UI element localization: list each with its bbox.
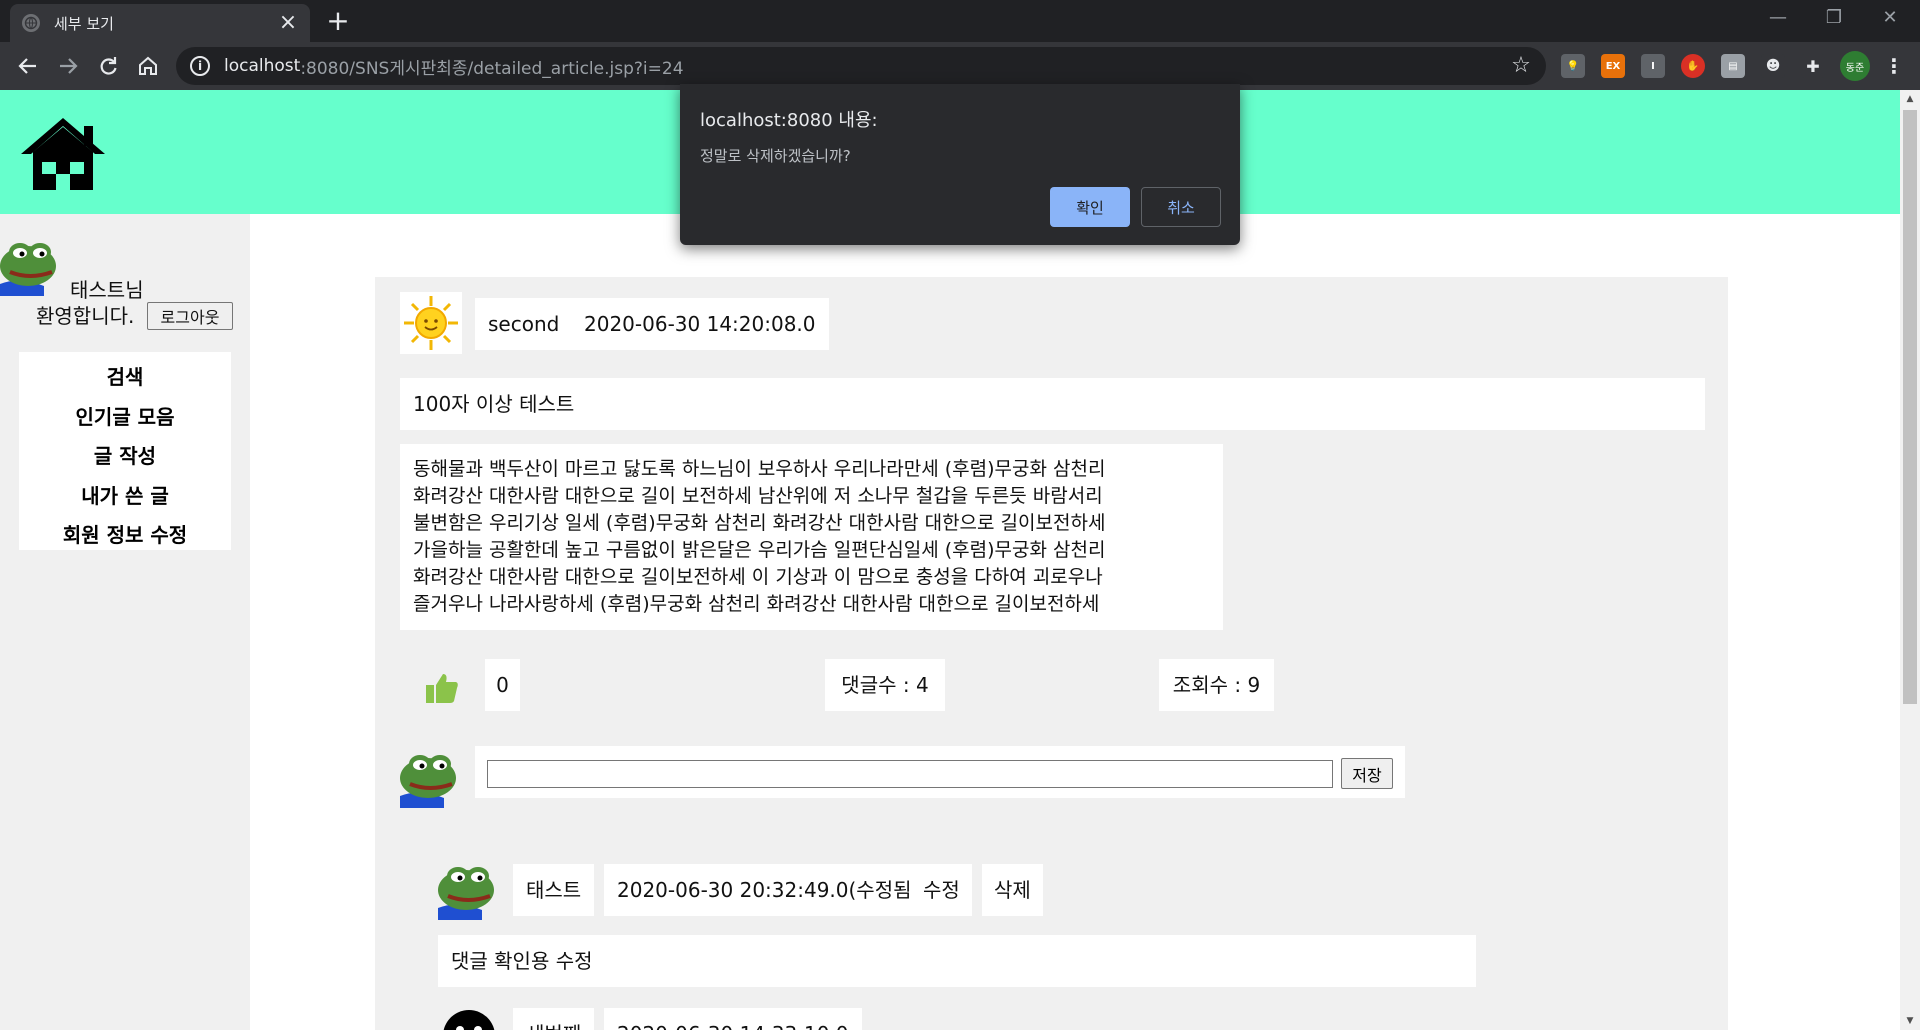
profile-label: 동준 xyxy=(1845,62,1865,74)
comment-date: 2020-06-30 20:32:49.0(수정됨) xyxy=(604,864,933,916)
menu-item-my-posts[interactable]: 내가 쓴 글 xyxy=(19,477,231,517)
body-line: 불변함은 우리기상 일세 (후렴)무궁화 삼천리 화려강산 대한사람 대한으로 … xyxy=(413,512,1106,534)
home-icon[interactable] xyxy=(18,114,108,194)
article-date: 2020-06-30 14:20:08.0 xyxy=(571,298,829,350)
welcome-username: 태스트님 xyxy=(70,278,144,302)
comment-form: 저장 xyxy=(475,746,1405,798)
ex-extension-label: EX xyxy=(1605,60,1621,72)
info-icon[interactable]: i xyxy=(190,56,210,76)
comment-author: 세번째 xyxy=(513,1008,595,1030)
url-path: :8080/SNS게시판최종/detailed_article.jsp?i=24 xyxy=(300,58,684,79)
dialog-cancel-button[interactable]: 취소 xyxy=(1141,187,1221,227)
article-author: second xyxy=(475,298,573,350)
browser-tab[interactable]: 세부 보기 × xyxy=(10,4,310,42)
comment-input[interactable] xyxy=(487,760,1333,788)
arrow-right-icon xyxy=(60,58,78,74)
kebab-menu-icon[interactable]: ⋮ xyxy=(1882,52,1906,80)
forward-button[interactable] xyxy=(52,50,84,82)
ex-extension-icon[interactable]: EX xyxy=(1601,54,1625,78)
restore-button[interactable]: ❐ xyxy=(1806,0,1862,38)
lightbulb-extension-icon[interactable]: 💡 xyxy=(1561,54,1585,78)
profile-avatar[interactable]: 동준 xyxy=(1840,51,1870,81)
smiley-avatar-icon xyxy=(438,1002,500,1030)
frog-avatar-icon xyxy=(0,234,62,296)
thumbs-up-icon[interactable] xyxy=(425,672,459,704)
stop-hand-extension-icon[interactable]: ✋ xyxy=(1681,54,1705,78)
logout-button[interactable]: 로그아웃 xyxy=(147,302,233,330)
comment-edit-button[interactable]: 수정 xyxy=(911,864,972,916)
browser-toolbar: i localhost:8080/SNS게시판최종/detailed_artic… xyxy=(0,42,1920,90)
body-line: 화려강산 대한사람 대한으로 길이보전하세 이 기상과 이 맘으로 충성을 다하… xyxy=(413,566,1103,588)
arrow-left-icon xyxy=(18,58,36,74)
dialog-title: localhost:8080 내용: xyxy=(700,110,878,131)
comment-text: 댓글 확인용 수정 xyxy=(438,935,1476,987)
comment-date: 2020-06-30 14:33:10.0 xyxy=(604,1008,862,1030)
scroll-down-arrow-icon[interactable]: ▼ xyxy=(1900,1012,1920,1030)
view-count: 조회수 : 9 xyxy=(1159,659,1274,711)
confirm-dialog: localhost:8080 내용: 정말로 삭제하겠습니까? 확인 취소 xyxy=(680,84,1240,245)
welcome-text: 환영합니다. xyxy=(36,304,135,328)
address-bar[interactable]: i localhost:8080/SNS게시판최종/detailed_artic… xyxy=(176,47,1546,85)
new-tab-button[interactable]: + xyxy=(322,6,354,38)
reload-icon xyxy=(100,57,117,75)
home-outline-icon xyxy=(139,56,157,75)
scroll-thumb[interactable] xyxy=(1903,110,1917,704)
back-button[interactable] xyxy=(12,50,44,82)
tab-title: 세부 보기 xyxy=(54,14,114,33)
frog-avatar-icon xyxy=(438,858,500,920)
globe-icon xyxy=(22,14,40,32)
frog-avatar-icon xyxy=(400,746,462,808)
comment-count: 댓글수 : 4 xyxy=(825,659,945,711)
i-extension-label: I xyxy=(1651,60,1655,72)
like-count: 0 xyxy=(485,659,520,711)
body-line: 동해물과 백두산이 마르고 닳도록 하느님이 보우하사 우리나라만세 (후렴)무… xyxy=(413,458,1106,480)
home-button[interactable] xyxy=(132,50,164,82)
menu-item-write[interactable]: 글 작성 xyxy=(19,437,231,477)
face-extension-icon[interactable]: ☻ xyxy=(1761,54,1785,78)
page-scrollbar[interactable]: ▲ ▼ xyxy=(1900,90,1920,1030)
body-line: 가을하늘 공활한데 높고 구름없이 밝은달은 우리가슴 일편단심일세 (후렴)무… xyxy=(413,539,1106,561)
browser-tab-bar: 세부 보기 × + — ❐ ✕ xyxy=(0,0,1920,42)
scroll-up-arrow-icon[interactable]: ▲ xyxy=(1900,90,1920,108)
reload-button[interactable] xyxy=(92,50,124,82)
dialog-ok-button[interactable]: 확인 xyxy=(1050,187,1130,227)
dialog-message: 정말로 삭제하겠습니까? xyxy=(700,147,851,165)
body-line: 즐거우나 나라사랑하세 (후렴)무궁화 삼천리 화려강산 대한사람 대한으로 길… xyxy=(413,593,1100,615)
url-host: localhost xyxy=(224,56,301,76)
article-body: 동해물과 백두산이 마르고 닳도록 하느님이 보우하사 우리나라만세 (후렴)무… xyxy=(400,444,1223,630)
comment-delete-button[interactable]: 삭제 xyxy=(982,864,1043,916)
menu-item-search[interactable]: 검색 xyxy=(19,358,231,398)
printer-extension-icon[interactable]: ▤ xyxy=(1721,54,1745,78)
body-line: 화려강산 대한사람 대한으로 길이 보전하세 남산위에 저 소나무 철갑을 두른… xyxy=(413,485,1103,507)
sun-avatar-icon xyxy=(400,292,462,354)
article-card: second 2020-06-30 14:20:08.0 100자 이상 테스트… xyxy=(375,277,1728,1030)
sidebar-menu: 검색 인기글 모음 글 작성 내가 쓴 글 회원 정보 수정 xyxy=(19,352,231,550)
close-tab-icon[interactable]: × xyxy=(278,12,298,34)
comment-author: 태스트 xyxy=(513,864,595,916)
puzzle-extensions-icon[interactable]: ✚ xyxy=(1801,54,1825,78)
save-comment-button[interactable]: 저장 xyxy=(1341,758,1393,789)
article-title: 100자 이상 테스트 xyxy=(400,378,1705,430)
bookmark-star-icon[interactable]: ☆ xyxy=(1508,53,1534,79)
close-window-button[interactable]: ✕ xyxy=(1862,0,1918,38)
minimize-button[interactable]: — xyxy=(1750,0,1806,38)
menu-item-popular[interactable]: 인기글 모음 xyxy=(19,398,231,438)
i-extension-icon[interactable]: I xyxy=(1641,54,1665,78)
menu-item-edit-profile[interactable]: 회원 정보 수정 xyxy=(19,516,231,556)
